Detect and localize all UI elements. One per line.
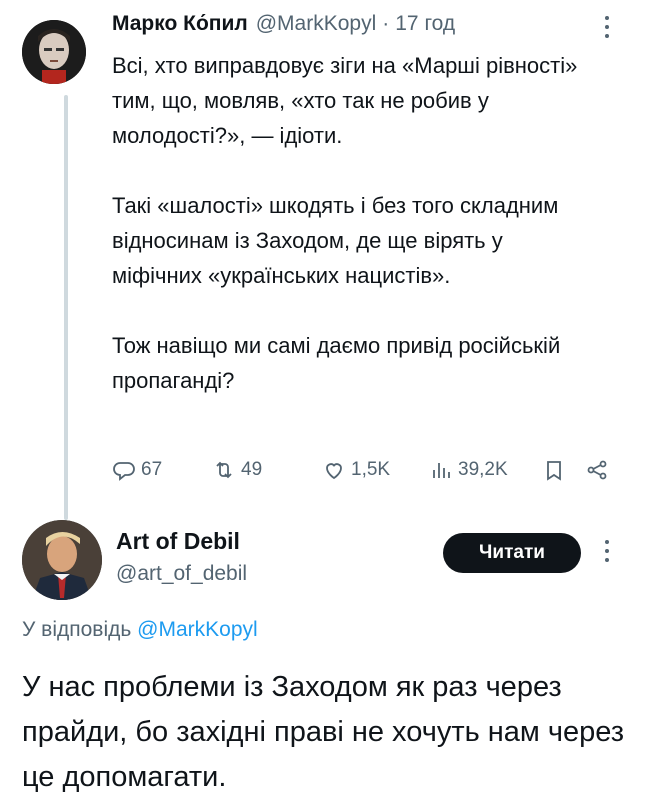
views-icon [433, 463, 450, 478]
separator-dot: · [382, 12, 390, 35]
repost-icon [216, 461, 232, 479]
thread-connector-line [64, 95, 68, 520]
views-button[interactable]: 39,2K [429, 458, 508, 482]
reply-count: 67 [141, 459, 163, 480]
reply-prefix: У відповідь [22, 618, 132, 641]
avatar[interactable] [22, 20, 86, 84]
repost-button[interactable]: 49 [212, 458, 262, 482]
more-icon[interactable] [597, 16, 617, 44]
reply-context: У відповідь @MarkKopyl [22, 618, 258, 642]
tweet-text: У нас проблеми із Заходом як раз через п… [22, 671, 625, 793]
views-count: 39,2K [458, 459, 508, 480]
author-handle[interactable]: @art_of_debil [116, 562, 247, 586]
tweet-paragraph: Тож навіщо ми самі даємо привід російськ… [112, 333, 561, 393]
like-button[interactable]: 1,5K [322, 458, 390, 482]
tweet-paragraph: Такі «шалості» шкодять і без того складн… [112, 193, 559, 288]
like-icon [326, 463, 342, 480]
tweet-text: Всі, хто виправдовує зіги на «Марші рівн… [112, 48, 592, 398]
like-count: 1,5K [351, 459, 391, 480]
share-button[interactable] [585, 458, 609, 482]
more-icon[interactable] [597, 540, 617, 568]
reply-button[interactable]: 67 [112, 458, 162, 482]
author-name[interactable]: Art of Debil [116, 528, 240, 555]
share-icon [587, 460, 607, 480]
tweet-paragraph: Всі, хто виправдовує зіги на «Марші рівн… [112, 53, 578, 148]
author-name[interactable]: Марко Ко́пил [112, 12, 248, 36]
avatar[interactable] [22, 520, 102, 600]
timestamp[interactable]: 17 год [395, 12, 455, 36]
repost-count: 49 [241, 459, 263, 480]
tweet-header: Марко Ко́пил @MarkKopyl · 17 год [112, 12, 582, 42]
reply-mention-link[interactable]: @MarkKopyl [137, 618, 258, 641]
tweet-actions: 67 49 1,5K 39,2K [112, 452, 617, 488]
reply-icon [113, 462, 135, 481]
bookmark-icon [547, 461, 561, 481]
bookmark-button[interactable] [542, 458, 566, 482]
author-handle[interactable]: @MarkKopyl [256, 12, 377, 36]
follow-button[interactable]: Читати [443, 533, 581, 573]
